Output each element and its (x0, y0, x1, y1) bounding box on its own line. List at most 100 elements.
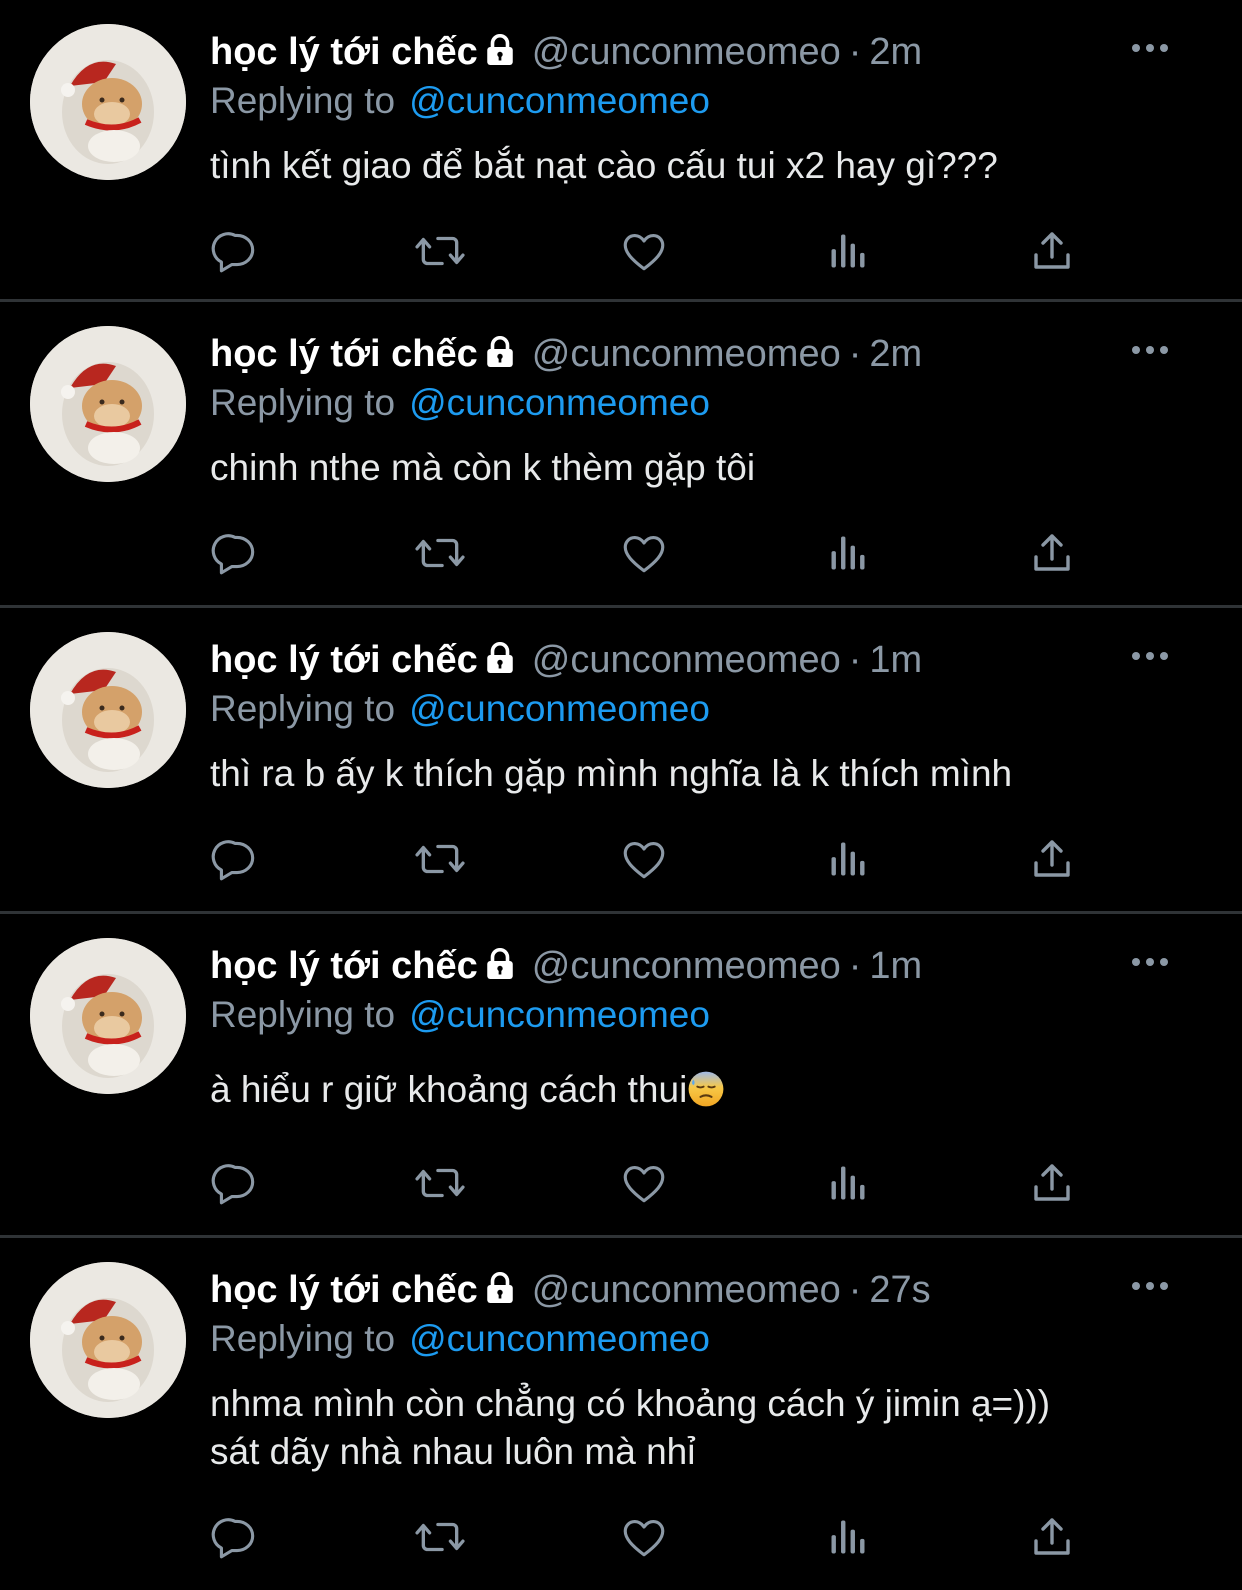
avatar[interactable] (30, 1262, 186, 1418)
views-button[interactable] (822, 834, 874, 884)
replying-to-label: Replying to (210, 80, 396, 121)
display-name[interactable]: học lý tới chếc (210, 31, 478, 73)
views-button[interactable] (822, 1158, 874, 1208)
tweet-header: học lý tới chếc @cunconmeomeo · 2m (210, 28, 922, 76)
more-icon[interactable] (1128, 1274, 1172, 1298)
tweet-text-line-content: à hiểu r giữ khoảng cách thui (210, 1069, 688, 1110)
tweet-header: học lý tới chếc @cunconmeomeo · 2m (210, 330, 922, 378)
like-button[interactable] (618, 226, 670, 276)
retweet-button[interactable] (414, 226, 466, 276)
avatar[interactable] (30, 938, 186, 1094)
views-icon (826, 531, 870, 575)
tweet[interactable]: học lý tới chếc @cunconmeomeo · 1m Replying… (0, 608, 1242, 914)
views-button[interactable] (822, 1512, 874, 1562)
retweet-button[interactable] (414, 834, 466, 884)
avatar[interactable] (30, 24, 186, 180)
retweet-button[interactable] (414, 1158, 466, 1208)
retweet-icon (412, 528, 468, 578)
separator-dot: · (848, 945, 862, 987)
lock-icon (482, 1270, 518, 1318)
timestamp[interactable]: 1m (869, 639, 922, 681)
tweet-text-line: chinh nthe mà còn k thèm gặp tôi (210, 447, 756, 488)
reply-button[interactable] (210, 226, 262, 276)
tweet-text: à hiểu r giữ khoảng cách thui (210, 1066, 725, 1114)
like-icon (619, 1512, 669, 1562)
separator-dot: · (848, 333, 862, 375)
like-icon (619, 1158, 669, 1208)
tweet-text-line: à hiểu r giữ khoảng cách thui (210, 1066, 725, 1114)
share-button[interactable] (1026, 226, 1078, 276)
reply-button[interactable] (210, 1158, 262, 1208)
replying-to-handle[interactable]: @cunconmeomeo (409, 80, 710, 121)
share-icon (1028, 227, 1076, 275)
user-handle[interactable]: @cunconmeomeo (532, 333, 841, 375)
tweet[interactable]: học lý tới chếc @cunconmeomeo · 27s Replyin… (0, 1238, 1242, 1590)
action-bar (210, 1512, 1110, 1562)
like-button[interactable] (618, 1512, 670, 1562)
user-handle[interactable]: @cunconmeomeo (532, 639, 841, 681)
lock-icon (482, 946, 518, 994)
display-name[interactable]: học lý tới chếc (210, 333, 478, 375)
lock-icon (482, 334, 518, 382)
replying-to-handle[interactable]: @cunconmeomeo (409, 1318, 710, 1359)
like-button[interactable] (618, 528, 670, 578)
display-name[interactable]: học lý tới chếc (210, 1269, 478, 1311)
tweet[interactable]: học lý tới chếc @cunconmeomeo · 1m Replying… (0, 914, 1242, 1238)
more-icon[interactable] (1128, 950, 1172, 974)
display-name[interactable]: học lý tới chếc (210, 639, 478, 681)
like-icon (619, 834, 669, 884)
replying-to-handle[interactable]: @cunconmeomeo (409, 688, 710, 729)
reply-icon (211, 528, 261, 578)
reply-button[interactable] (210, 1512, 262, 1562)
retweet-button[interactable] (414, 1512, 466, 1562)
reply-feed: học lý tới chếc @cunconmeomeo · 2m Replying… (0, 0, 1242, 1590)
tweet-text: chinh nthe mà còn k thèm gặp tôi (210, 444, 755, 492)
user-handle[interactable]: @cunconmeomeo (532, 31, 841, 73)
avatar[interactable] (30, 326, 186, 482)
replying-to-label: Replying to (210, 382, 396, 423)
replying-to-handle[interactable]: @cunconmeomeo (409, 382, 710, 423)
tweet-text-line: nhma mình còn chẳng có khoảng cách ý jim… (210, 1383, 1051, 1424)
views-icon (826, 1515, 870, 1559)
more-icon[interactable] (1128, 338, 1172, 362)
replying-to: Replying to @cunconmeomeo (210, 78, 710, 124)
lock-icon (482, 640, 518, 688)
retweet-button[interactable] (414, 528, 466, 578)
reply-button[interactable] (210, 528, 262, 578)
replying-to: Replying to @cunconmeomeo (210, 1316, 710, 1362)
more-icon[interactable] (1128, 644, 1172, 668)
share-button[interactable] (1026, 834, 1078, 884)
like-button[interactable] (618, 1158, 670, 1208)
user-handle[interactable]: @cunconmeomeo (532, 1269, 841, 1311)
timestamp[interactable]: 2m (869, 31, 922, 73)
tweet[interactable]: học lý tới chếc @cunconmeomeo · 2m Replying… (0, 302, 1242, 608)
share-button[interactable] (1026, 1512, 1078, 1562)
share-button[interactable] (1026, 528, 1078, 578)
tweet-text-line: thì ra b ấy k thích gặp mình nghĩa là k … (210, 753, 1013, 794)
reply-icon (211, 1512, 261, 1562)
user-handle[interactable]: @cunconmeomeo (532, 945, 841, 987)
views-icon (826, 1161, 870, 1205)
retweet-icon (412, 834, 468, 884)
timestamp[interactable]: 1m (869, 945, 922, 987)
share-icon (1028, 1159, 1076, 1207)
more-icon[interactable] (1128, 36, 1172, 60)
replying-to-label: Replying to (210, 688, 396, 729)
tweet[interactable]: học lý tới chếc @cunconmeomeo · 2m Replying… (0, 0, 1242, 302)
downcast-face-with-sweat-emoji (687, 1070, 725, 1108)
views-button[interactable] (822, 226, 874, 276)
timestamp[interactable]: 27s (869, 1269, 930, 1311)
timestamp[interactable]: 2m (869, 333, 922, 375)
display-name[interactable]: học lý tới chếc (210, 945, 478, 987)
tweet-text: nhma mình còn chẳng có khoảng cách ý jim… (210, 1380, 1050, 1476)
separator-dot: · (848, 1269, 862, 1311)
like-button[interactable] (618, 834, 670, 884)
action-bar (210, 1158, 1110, 1208)
avatar[interactable] (30, 632, 186, 788)
reply-button[interactable] (210, 834, 262, 884)
share-button[interactable] (1026, 1158, 1078, 1208)
replying-to-label: Replying to (210, 1318, 396, 1359)
views-button[interactable] (822, 528, 874, 578)
reply-icon (211, 834, 261, 884)
replying-to-handle[interactable]: @cunconmeomeo (409, 994, 710, 1035)
